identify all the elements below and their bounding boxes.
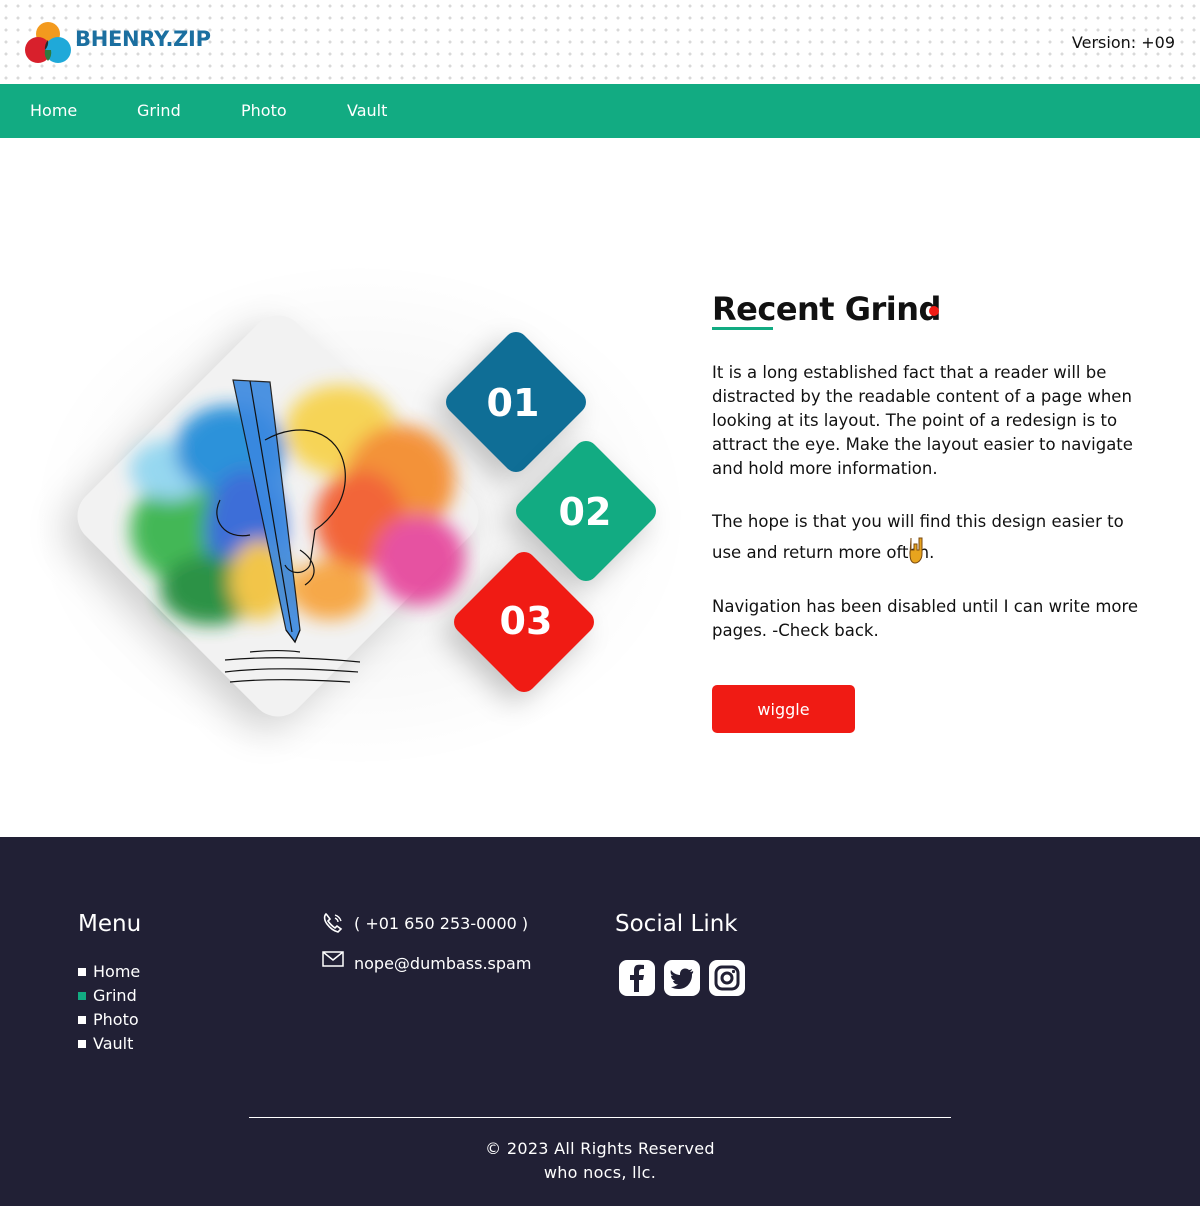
navigation-note: Navigation has been disabled until I can… — [712, 597, 1139, 640]
nav-item-vault[interactable]: Vault — [347, 84, 387, 138]
instagram-icon[interactable] — [709, 960, 745, 996]
bullet-active-icon — [78, 992, 86, 1000]
footer-menu-heading: Menu — [78, 911, 142, 937]
step-01-number: 01 — [486, 381, 540, 425]
phone-icon — [323, 912, 343, 933]
wiggle-button[interactable]: wiggle — [712, 685, 855, 733]
intro-paragraph: It is a long established fact that a rea… — [712, 363, 1133, 478]
footer-menu-item-photo[interactable]: Photo — [78, 1008, 140, 1032]
section-title: Recent Grind — [712, 290, 941, 328]
rock-hand-icon — [909, 537, 923, 564]
header-bar: BHENRY.ZIP Version: +09 — [0, 0, 1200, 84]
mail-icon — [322, 951, 344, 967]
company-name: who nocs, llc. — [543, 1163, 657, 1182]
brand-name[interactable]: BHENRY.ZIP — [75, 27, 211, 51]
nav-item-grind[interactable]: Grind — [137, 84, 181, 138]
twitter-icon[interactable] — [664, 960, 700, 996]
step-02-number: 02 — [558, 490, 612, 534]
nav-item-home[interactable]: Home — [30, 84, 77, 138]
main-nav: Home Grind Photo Vault — [0, 84, 1200, 138]
bullet-icon — [78, 1016, 86, 1024]
version-label: Version: +09 — [1071, 33, 1175, 52]
footer-divider — [249, 1117, 951, 1118]
footer-menu-item-vault[interactable]: Vault — [78, 1032, 140, 1056]
footer-menu-item-grind[interactable]: Grind — [78, 984, 140, 1008]
title-dot — [929, 306, 939, 316]
bullet-icon — [78, 968, 86, 976]
nav-item-photo[interactable]: Photo — [241, 84, 287, 138]
facebook-icon[interactable] — [619, 960, 655, 996]
email-address[interactable]: nope@dumbass.spam — [354, 954, 531, 973]
pencil-art-image — [130, 379, 465, 683]
logo-icon[interactable] — [24, 20, 72, 66]
step-03-number: 03 — [499, 599, 553, 643]
footer-menu: Home Grind Photo Vault — [78, 960, 140, 1056]
title-underline — [712, 327, 773, 330]
hope-paragraph: The hope is that you will find this desi… — [712, 512, 1124, 562]
copyright-text: © 2023 All Rights Reserved — [485, 1139, 715, 1158]
footer-menu-item-home[interactable]: Home — [78, 960, 140, 984]
social-heading: Social Link — [615, 911, 738, 937]
phone-number[interactable]: ( +01 650 253-0000 ) — [354, 914, 528, 933]
bullet-icon — [78, 1040, 86, 1048]
